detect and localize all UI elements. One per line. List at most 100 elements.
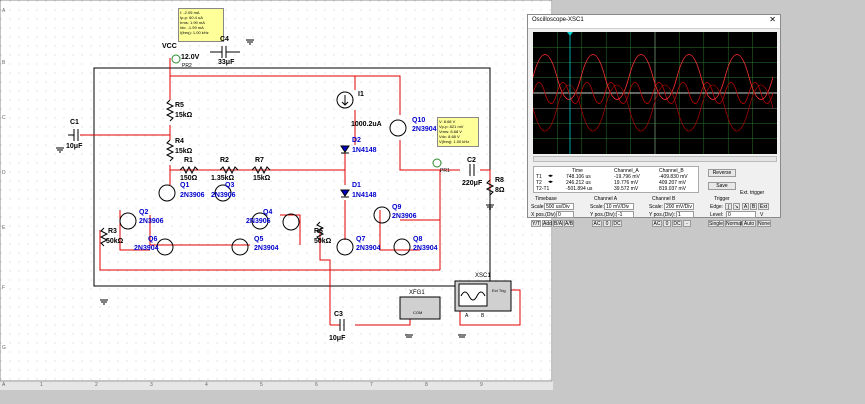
c4-label[interactable]: C4 [220, 36, 229, 43]
r3-value: 50kΩ [106, 238, 124, 245]
chb-invert-button[interactable]: - [683, 220, 691, 227]
yt-mode-button[interactable]: Y/T [531, 220, 541, 227]
q10-label[interactable]: Q10 [412, 117, 425, 124]
reverse-button[interactable]: Reverse [708, 169, 736, 177]
trigger-normal-button[interactable]: Normal [725, 220, 742, 227]
ext-trigger-label: Ext. trigger [740, 190, 765, 196]
channel-a-label: Channel A [594, 196, 618, 202]
ruler-col: 7 [370, 382, 373, 388]
chb-ac-button[interactable]: AC [652, 220, 662, 227]
chb-dc-button[interactable]: DC [672, 220, 682, 227]
current-probe-readout[interactable]: I: -2.05 mA Ip-p: 60.4 uA Irms: 1.99 mA … [178, 8, 224, 42]
trigger-source-a[interactable]: A [742, 203, 749, 210]
q2-label[interactable]: Q2 [139, 209, 148, 216]
q7-label[interactable]: Q7 [356, 236, 365, 243]
close-icon[interactable]: ✕ [769, 15, 776, 24]
c4-value: 33μF [218, 59, 235, 66]
horizontal-scrollbar[interactable] [533, 156, 777, 162]
chb-scale-label: Scale: [649, 204, 663, 210]
oscilloscope-titlebar[interactable]: Oscilloscope-XSC1 ✕ [528, 15, 780, 29]
r7-label[interactable]: R7 [255, 157, 264, 164]
cha-ypos-label: Y pos.(Div): [590, 212, 617, 218]
oscilloscope-title: Oscilloscope-XSC1 [532, 17, 584, 23]
channel-a-trace [532, 82, 774, 104]
schematic-sheet[interactable]: I: -2.05 mA Ip-p: 60.4 uA Irms: 1.99 mA … [0, 0, 553, 382]
r2-label[interactable]: R2 [220, 157, 229, 164]
t2-arrows-icon[interactable]: ◂▸ [548, 179, 553, 185]
q3-label[interactable]: Q3 [225, 182, 234, 189]
trigger-auto-button[interactable]: Auto [742, 220, 756, 227]
cha-ypos-field[interactable]: -1 [616, 211, 634, 218]
cha-zero-button[interactable]: 0 [603, 220, 611, 227]
ruler-row: B [2, 60, 6, 66]
c2-label[interactable]: C2 [467, 157, 476, 164]
q4-value: 2N3906 [246, 218, 271, 225]
xfg1-label[interactable]: XFG1 [409, 290, 425, 296]
vcc-label[interactable]: VCC [162, 43, 177, 50]
c1-label[interactable]: C1 [70, 119, 79, 126]
r4-label[interactable]: R4 [175, 138, 184, 145]
q8-label[interactable]: Q8 [413, 236, 422, 243]
timebase-scale-field[interactable]: 500 us/Div [544, 203, 574, 210]
q2-value: 2N3906 [139, 218, 164, 225]
ruler-row: A [2, 8, 6, 14]
r3-label[interactable]: R3 [108, 228, 117, 235]
xsc1-label[interactable]: XSC1 [475, 273, 491, 279]
chb-zero-button[interactable]: 0 [663, 220, 671, 227]
d1-value: 1N4148 [352, 192, 377, 199]
add-mode-button[interactable]: Add [542, 220, 552, 227]
save-button[interactable]: Save [708, 182, 736, 190]
i1-value: 1000.2uA [351, 121, 382, 128]
voltage-probe-readout[interactable]: V: 8.68 V Vp-p: 821 mV Vrms: 8.68 V Vdc:… [437, 117, 479, 147]
trigger-source-b[interactable]: B [750, 203, 757, 210]
ruler-row: E [2, 225, 6, 231]
ruler-row: F [2, 285, 6, 291]
q1-label[interactable]: Q1 [180, 182, 189, 189]
ruler-row: C [2, 115, 6, 121]
r6-label[interactable]: R6 [314, 228, 323, 235]
trigger-none-button[interactable]: None [757, 220, 771, 227]
q4-label[interactable]: Q4 [263, 209, 272, 216]
row-label-t2-t1: T2-T1 [536, 186, 550, 192]
r1-label[interactable]: R1 [184, 157, 193, 164]
c1-value: 10μF [66, 143, 83, 150]
ruler-col: 3 [150, 382, 153, 388]
timebase-xpos-field[interactable]: 0 [556, 211, 574, 218]
r8-label[interactable]: R8 [495, 177, 504, 184]
trigger-label: Trigger [714, 196, 730, 202]
measurement-table: Time Channel_A Channel_B T1 748.106 us -… [533, 166, 699, 193]
q5-label[interactable]: Q5 [254, 236, 263, 243]
q3-value: 2N3906 [211, 192, 236, 199]
chb-ypos-field[interactable]: 1 [676, 211, 694, 218]
falling-edge-icon[interactable]: ↘ [733, 203, 740, 210]
cha-ac-button[interactable]: AC [592, 220, 602, 227]
workspace[interactable]: I: -2.05 mA Ip-p: 60.4 uA Irms: 1.99 mA … [0, 0, 865, 404]
oscilloscope-window[interactable]: Oscilloscope-XSC1 ✕ Time Channel_A Chann… [527, 14, 781, 227]
ruler-col: 4 [205, 382, 208, 388]
ruler-row: G [2, 345, 6, 351]
cursor-t1-handle [567, 32, 573, 36]
r5-label[interactable]: R5 [175, 102, 184, 109]
trigger-source-ext[interactable]: Ext [758, 203, 769, 210]
cha-scale-field[interactable]: 10 mV/Div [604, 203, 634, 210]
trigger-level-field[interactable]: 0 [726, 211, 756, 218]
d1-label[interactable]: D1 [352, 182, 361, 189]
level-unit: V [760, 212, 764, 218]
q6-label[interactable]: Q6 [148, 236, 157, 243]
q9-label[interactable]: Q9 [392, 204, 401, 211]
d2-label[interactable]: D2 [352, 137, 361, 144]
ba-mode-button[interactable]: B/A [553, 220, 563, 227]
c3-label[interactable]: C3 [334, 311, 343, 318]
rising-edge-icon[interactable]: ∫ [725, 203, 732, 210]
r7-value: 15kΩ [253, 175, 271, 182]
r8-value: 8Ω [495, 187, 505, 194]
cha-dc-button[interactable]: DC [612, 220, 622, 227]
ab-mode-button[interactable]: A/B [564, 220, 574, 227]
edge-label: Edge: [710, 204, 724, 210]
chb-scale-field[interactable]: 200 mV/Div [664, 203, 694, 210]
timebase-xpos-label: X pos.(Div): [531, 212, 558, 218]
oscilloscope-screen[interactable] [532, 32, 777, 154]
trigger-single-button[interactable]: Single [708, 220, 724, 227]
i1-label[interactable]: I1 [358, 91, 364, 98]
row-t2t1-b: 819.037 mV [659, 186, 686, 192]
